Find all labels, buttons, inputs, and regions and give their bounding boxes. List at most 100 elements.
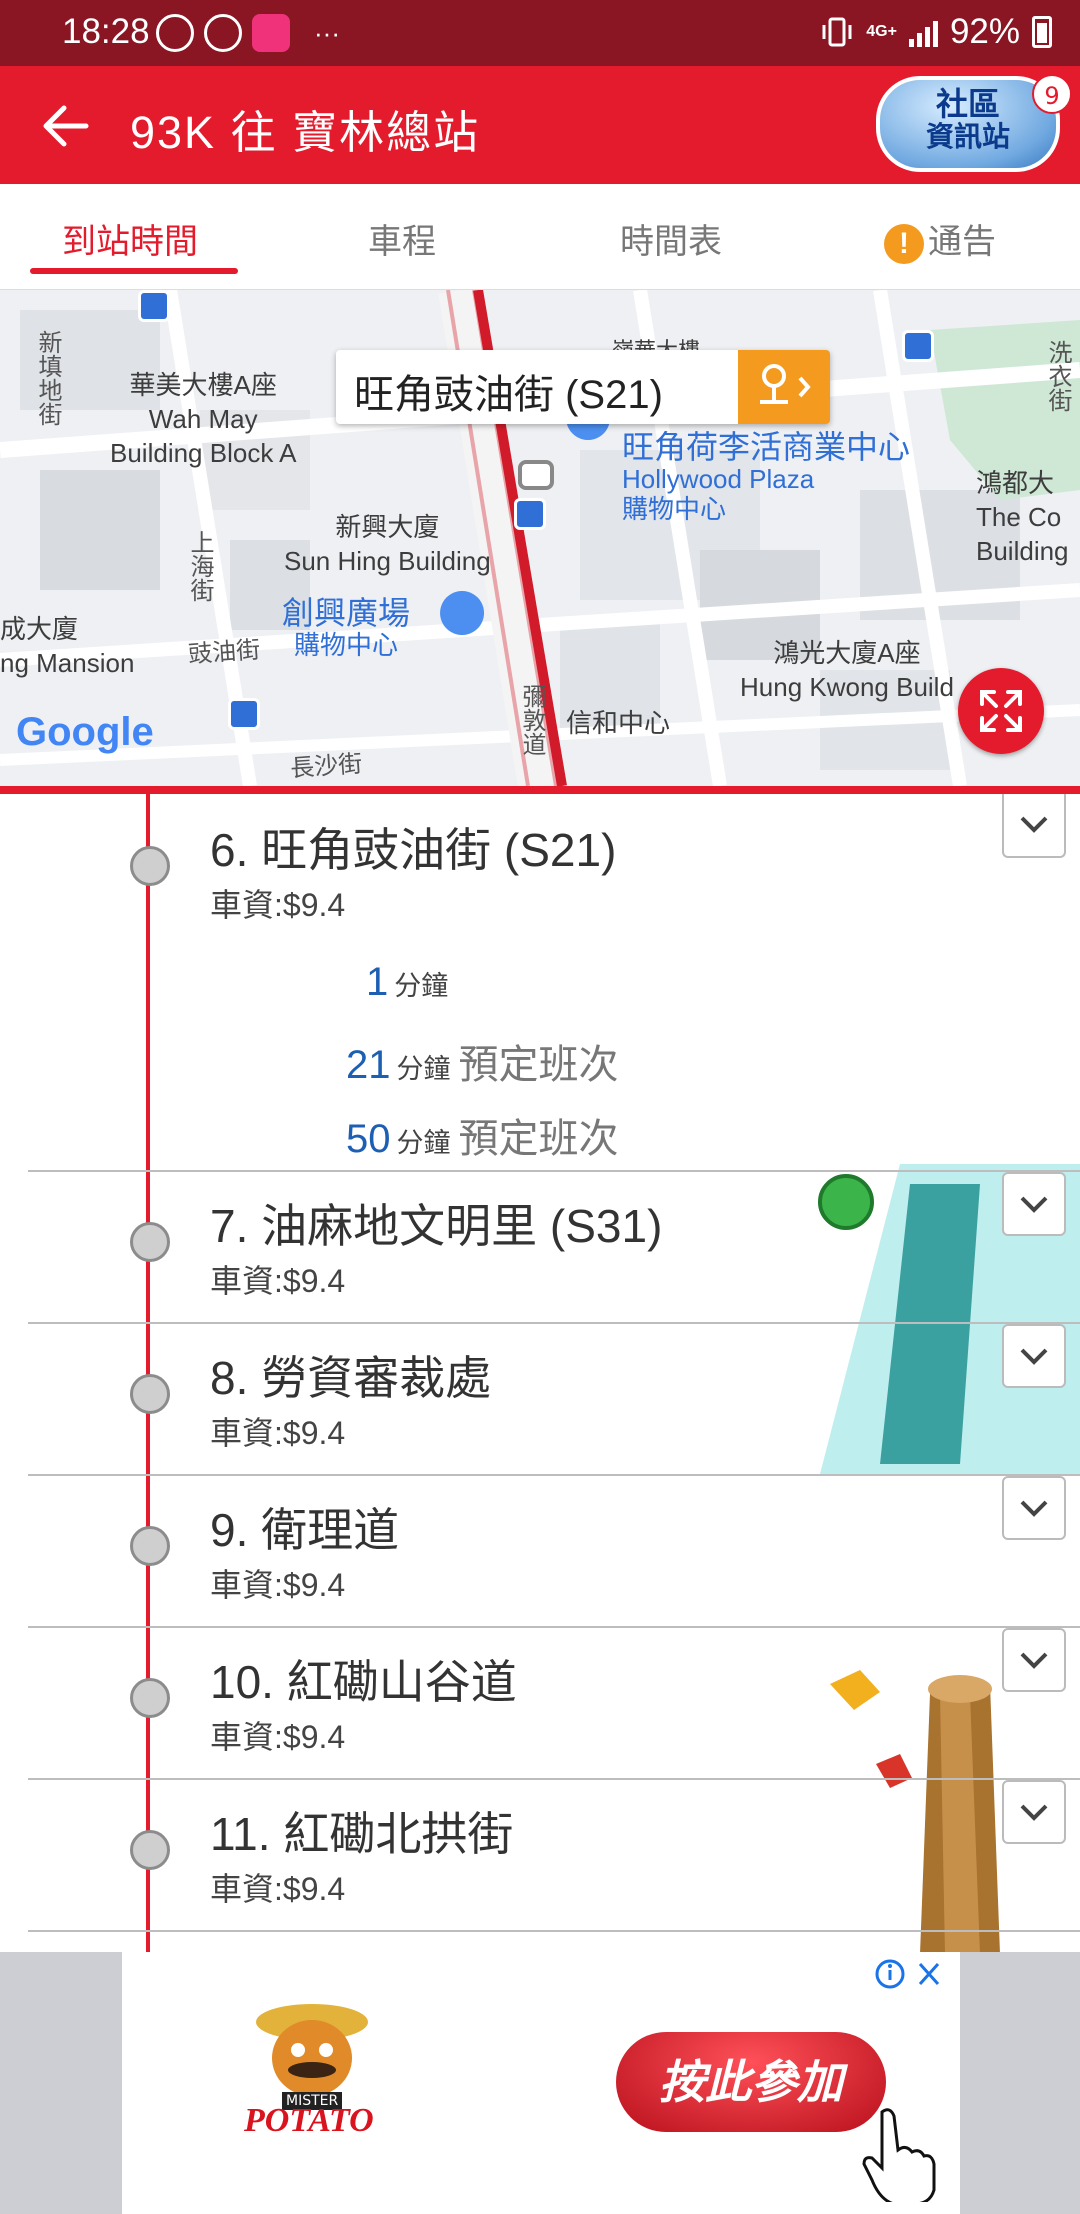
sun-hing-zh: 新興大廈 bbox=[335, 512, 440, 542]
status-bar: 18:28 ··· 4G+ 92% bbox=[0, 0, 1080, 66]
hand-pointer-icon bbox=[862, 2108, 936, 2202]
expand-stop-button[interactable] bbox=[1002, 1628, 1066, 1692]
stop-item[interactable]: 9. 衛理道 車資:$9.4 bbox=[0, 1474, 1080, 1626]
eta-row: 21 分鐘 預定班次 bbox=[346, 1032, 619, 1090]
map-label-hung-kwong: 鴻光大廈A座 Hung Kwong Build bbox=[740, 636, 954, 704]
tab-journey[interactable]: 車程 bbox=[368, 214, 436, 263]
eta-minutes: 21 bbox=[346, 1043, 391, 1087]
stop-item[interactable]: 11. 紅磡北拱街 車資:$9.4 bbox=[0, 1778, 1080, 1930]
stop-name: 8. 勞資審裁處 bbox=[210, 1352, 492, 1404]
route-title: 93K 往 寶林總站 bbox=[130, 107, 481, 158]
tab-bar: 到站時間 車程 時間表 ! 通告 bbox=[0, 184, 1080, 290]
eta-unit: 分鐘 bbox=[396, 1128, 451, 1158]
wah-may-zh: 華美大樓A座 bbox=[129, 370, 277, 400]
chevron-down-icon bbox=[1020, 1348, 1048, 1365]
stop-callout[interactable]: 旺角豉油街 (S21) bbox=[336, 350, 830, 424]
community-count-badge: 9 bbox=[1032, 74, 1072, 114]
notice-alert-icon: ! bbox=[884, 224, 924, 265]
ad-brand: POTATO bbox=[244, 2102, 374, 2139]
street-sai-yee: 洗衣街 bbox=[1044, 340, 1071, 412]
ad-join-button[interactable]: 按此參加 bbox=[616, 2032, 886, 2132]
stop-dot bbox=[130, 1374, 170, 1414]
stop-dot bbox=[130, 1830, 170, 1870]
stop-dot bbox=[130, 1222, 170, 1262]
stop-item[interactable] bbox=[0, 1930, 1080, 1952]
eta-scheduled: 預定班次 bbox=[458, 1043, 619, 1087]
stop-item[interactable]: 7. 油麻地文明里 (S31) 車資:$9.4 bbox=[0, 1170, 1080, 1322]
expand-stop-button[interactable] bbox=[1002, 1780, 1066, 1844]
stop-fare: 車資:$9.4 bbox=[210, 1263, 346, 1299]
eta-row: 50 分鐘 預定班次 bbox=[346, 1106, 619, 1164]
route-map[interactable]: 嶺華大樓 華美大樓A座 Wah May Building Block A 新興大… bbox=[0, 290, 1080, 786]
street-view-button[interactable] bbox=[738, 350, 830, 424]
ad-banner[interactable]: MISTER POTATO 按此參加 bbox=[122, 1952, 960, 2214]
stop-name: 7. 油麻地文明里 (S31) bbox=[210, 1200, 663, 1252]
google-logo: Google bbox=[16, 710, 154, 755]
network-type-4gplus: 4G+ bbox=[866, 23, 897, 40]
map-label-hollywood: 旺角荷李活商業中心 Hollywood Plaza 購物中心 bbox=[622, 430, 910, 524]
battery-icon bbox=[1032, 16, 1052, 48]
map-label-chong-hing: 創興廣場 購物中心 bbox=[282, 596, 410, 660]
eta-scheduled: 預定班次 bbox=[458, 1117, 619, 1161]
right-building-en2: Building bbox=[976, 536, 1069, 566]
stop-list[interactable]: 6. 旺角豉油街 (S21) 車資:$9.4 1 分鐘 21 分鐘 預定班次 50 分鐘… bbox=[0, 794, 1080, 1952]
chong-hing-zh: 創興廣場 bbox=[282, 595, 411, 631]
chong-hing-sub: 購物中心 bbox=[294, 630, 399, 660]
stop-name: 9. 衛理道 bbox=[210, 1504, 400, 1556]
expand-stop-button[interactable] bbox=[1002, 1324, 1066, 1388]
eta-minutes: 50 bbox=[346, 1117, 391, 1161]
hung-kwong-zh: 鴻光大廈A座 bbox=[773, 638, 921, 668]
tab-timetable[interactable]: 時間表 bbox=[620, 214, 722, 263]
app-bar: 93K 往 寶林總站 社區 資訊站 bbox=[0, 66, 1080, 184]
street-sun-tin: 新填地街 bbox=[34, 330, 61, 426]
stop-name: 6. 旺角豉油街 (S21) bbox=[210, 824, 617, 876]
street-soy: 豉油街 bbox=[187, 636, 262, 669]
ad-close-controls[interactable] bbox=[874, 1956, 950, 2000]
tab-arrival-time[interactable]: 到站時間 bbox=[62, 214, 198, 263]
eta-row: 1 分鐘 bbox=[366, 960, 448, 1005]
hollywood-sub: 購物中心 bbox=[622, 494, 727, 524]
community-label-line1: 社區 bbox=[935, 85, 1000, 123]
ad-info-close-icon bbox=[875, 1959, 940, 1989]
system-icons: 4G+ 92% bbox=[820, 12, 1052, 52]
stop-item[interactable]: 8. 勞資審裁處 車資:$9.4 bbox=[0, 1322, 1080, 1474]
stop-name: 10. 紅磡山谷道 bbox=[210, 1656, 517, 1708]
stop-separator bbox=[28, 1322, 1080, 1324]
map-label-shun-wo: 信和中心 bbox=[566, 708, 671, 738]
expand-icon bbox=[980, 690, 1022, 732]
stop-dot bbox=[130, 1678, 170, 1718]
street-view-icon bbox=[760, 364, 811, 404]
signal-icon bbox=[908, 17, 938, 47]
chevron-down-icon bbox=[1020, 816, 1048, 833]
stop-fare: 車資:$9.4 bbox=[210, 1415, 346, 1451]
map-label-mansion: 成大廈 ng Mansion bbox=[0, 612, 134, 680]
stop-separator bbox=[28, 1930, 1080, 1932]
tab-notices[interactable]: ! 通告 bbox=[884, 214, 996, 265]
stop-dot bbox=[130, 1526, 170, 1566]
chevron-down-icon bbox=[1020, 1652, 1048, 1669]
street-cheung-sha: 長沙街 bbox=[289, 750, 364, 783]
stop-item[interactable]: 10. 紅磡山谷道 車資:$9.4 bbox=[0, 1626, 1080, 1778]
bus-stop-icon bbox=[902, 330, 934, 362]
hung-kwong-en: Hung Kwong Build bbox=[740, 672, 954, 702]
map-label-wah-may: 華美大樓A座 Wah May Building Block A bbox=[110, 368, 296, 470]
expand-stop-button[interactable] bbox=[1002, 794, 1066, 858]
eta-unit: 分鐘 bbox=[394, 971, 449, 1001]
mister-potato-mascot bbox=[256, 2004, 368, 2096]
back-arrow-icon[interactable] bbox=[36, 96, 96, 156]
expand-stop-button[interactable] bbox=[1002, 1172, 1066, 1236]
stop-name: 11. 紅磡北拱街 bbox=[210, 1808, 514, 1860]
stop-dot bbox=[130, 846, 170, 886]
notification-app-icon bbox=[156, 14, 194, 52]
notification-icons: ··· bbox=[156, 14, 340, 52]
mansion-zh: 成大廈 bbox=[0, 614, 79, 644]
expand-map-button[interactable] bbox=[958, 668, 1044, 754]
stop-fare: 車資:$9.4 bbox=[210, 1871, 346, 1907]
bus-stop-icon bbox=[514, 498, 546, 530]
more-notifications-icon: ··· bbox=[314, 17, 340, 48]
stop-item[interactable]: 6. 旺角豉油街 (S21) 車資:$9.4 1 分鐘 21 分鐘 預定班次 50 分鐘… bbox=[0, 794, 1080, 1170]
mansion-en: ng Mansion bbox=[0, 648, 135, 678]
hollywood-zh: 旺角荷李活商業中心 bbox=[622, 429, 911, 465]
right-building-en1: The Co bbox=[976, 502, 1062, 532]
expand-stop-button[interactable] bbox=[1002, 1476, 1066, 1540]
